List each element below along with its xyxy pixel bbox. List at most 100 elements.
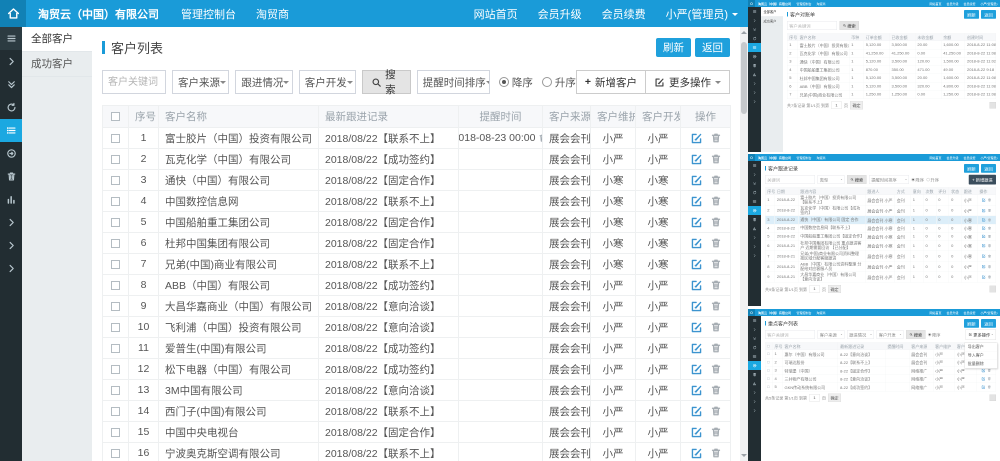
edit-square-icon[interactable] <box>690 216 703 229</box>
mini-table-row: 82018-8-21ABB（中国）有限公司资料整理 分配给对应客服人员展会会刊 … <box>765 261 996 271</box>
trash-icon[interactable] <box>710 153 722 165</box>
edit-square-icon[interactable] <box>690 321 703 334</box>
source-select[interactable]: 客户来源 <box>172 70 229 94</box>
mini-go-button: 确定 <box>828 394 841 402</box>
row-checkbox[interactable] <box>111 449 120 458</box>
edit-square-icon[interactable] <box>690 195 703 208</box>
trash-icon[interactable] <box>710 447 722 459</box>
sidebar-chevron-right-item[interactable] <box>0 234 22 257</box>
status-select[interactable]: 跟进情况 <box>235 70 292 94</box>
edit-square-icon[interactable] <box>690 174 703 187</box>
add-customer-button[interactable]: +新增客户 <box>576 70 646 94</box>
row-checkbox[interactable] <box>111 197 120 206</box>
row-checkbox[interactable] <box>111 386 120 395</box>
trash-icon[interactable] <box>710 195 722 207</box>
scroll-down-arrow-icon[interactable] <box>741 454 747 457</box>
arrow-circle-right-icon <box>752 54 756 58</box>
trash-icon[interactable] <box>710 300 722 312</box>
select-all-checkbox[interactable] <box>111 112 120 121</box>
search-button[interactable]: 搜索 <box>362 70 411 94</box>
edit-square-icon[interactable] <box>690 279 703 292</box>
scrollbar-thumb[interactable] <box>741 42 747 114</box>
row-checkbox[interactable] <box>111 323 120 332</box>
mini-table: 序号客户名称最新跟进记录提醒时间客户来源客户维护客户开发操作 1惠尔（中国）有限… <box>765 342 996 391</box>
customer-keeper: 小严 <box>591 401 636 422</box>
sidebar-trash-item[interactable] <box>0 165 22 188</box>
refresh-button[interactable]: 刷新 <box>656 38 691 57</box>
row-checkbox[interactable] <box>111 428 120 437</box>
home-button[interactable] <box>0 0 26 27</box>
edit-square-icon[interactable] <box>690 258 703 271</box>
trash-icon[interactable] <box>710 384 722 396</box>
latest-record: 2018/08/22【联系不上】 <box>319 401 459 422</box>
sidebar-chevron-right-item[interactable] <box>0 211 22 234</box>
sidebar-list-item[interactable] <box>0 119 22 142</box>
main-scrollbar[interactable] <box>740 27 748 461</box>
sort-select[interactable]: 提醒时间排序 <box>417 70 490 94</box>
top-menu-item-1[interactable]: 会员升级 <box>528 0 592 27</box>
top-menu-item-3[interactable]: 小严(管理员) <box>656 0 748 27</box>
sidebar-arrow-circle-right-item[interactable] <box>0 142 22 165</box>
submenu-item-1[interactable]: 成功客户 <box>22 52 92 77</box>
edit-square-icon[interactable] <box>690 447 703 460</box>
trash-icon[interactable] <box>710 258 722 270</box>
trash-icon[interactable] <box>538 133 542 143</box>
customer-keeper: 小严 <box>591 443 636 461</box>
edit-square-icon[interactable] <box>690 342 703 355</box>
row-checkbox[interactable] <box>111 365 120 374</box>
trash-icon[interactable] <box>710 426 722 438</box>
row-checkbox[interactable] <box>111 407 120 416</box>
sidebar-chevron-right-item[interactable] <box>0 257 22 280</box>
trash-icon[interactable] <box>710 237 722 249</box>
edit-square-icon[interactable] <box>690 405 703 418</box>
trash-icon[interactable] <box>710 342 722 354</box>
keyword-input[interactable] <box>102 70 166 94</box>
sidebar-menu-item[interactable] <box>0 27 22 50</box>
submenu-item-0[interactable]: 全部客户 <box>22 27 92 52</box>
desc-radio[interactable]: 降序 <box>499 75 533 90</box>
edit-square-icon[interactable] <box>690 132 703 145</box>
row-checkbox[interactable] <box>111 134 120 143</box>
row-checkbox[interactable] <box>111 176 120 185</box>
row-checkbox[interactable] <box>111 155 120 164</box>
edit-square-icon[interactable] <box>690 426 703 439</box>
asc-radio[interactable]: 升序 <box>542 75 576 90</box>
trash-icon[interactable] <box>710 279 722 291</box>
more-actions-button[interactable]: 更多操作 <box>646 70 730 94</box>
preview-window-3[interactable]: 淘贸云（中国）有限公司 管理控制台 淘贸商 网站首页会员升级会员续费小严(管理员… <box>748 309 1000 461</box>
edit-square-icon[interactable] <box>690 153 703 166</box>
trash-icon[interactable] <box>710 405 722 417</box>
sidebar-rotate-left-item[interactable] <box>0 96 22 119</box>
scroll-up-arrow-icon[interactable] <box>741 31 747 34</box>
trash-icon[interactable] <box>710 174 722 186</box>
trash-icon[interactable] <box>710 363 722 375</box>
row-checkbox[interactable] <box>111 344 120 353</box>
nav-admin-console[interactable]: 管理控制台 <box>171 0 246 27</box>
sidebar-chevrons-down-item[interactable] <box>0 73 22 96</box>
row-checkbox[interactable] <box>111 260 120 269</box>
mini-dropdown-item: 导入客户 <box>965 351 998 360</box>
row-checkbox[interactable] <box>111 239 120 248</box>
menu-icon <box>752 9 756 13</box>
edit-square-icon[interactable] <box>690 237 703 250</box>
edit-square-icon[interactable] <box>690 300 703 313</box>
developer-select[interactable]: 客户开发 <box>299 70 356 94</box>
edit-square-icon[interactable] <box>690 384 703 397</box>
row-checkbox[interactable] <box>111 218 120 227</box>
sidebar-chevron-right-item[interactable] <box>0 50 22 73</box>
trash-icon[interactable] <box>710 132 722 144</box>
customer-name: 中国数控信息网 <box>159 191 319 212</box>
arrow-circle-right-icon <box>752 208 756 212</box>
top-menu-item-2[interactable]: 会员续费 <box>592 0 656 27</box>
row-checkbox[interactable] <box>111 281 120 290</box>
preview-window-1[interactable]: 淘贸云（中国）有限公司 管理控制台 淘贸商 网站首页会员升级会员续费小严(管理员… <box>748 0 1000 152</box>
trash-icon[interactable] <box>710 321 722 333</box>
nav-shop[interactable]: 淘贸商 <box>246 0 299 27</box>
sidebar-chart-item[interactable] <box>0 188 22 211</box>
row-checkbox[interactable] <box>111 302 120 311</box>
edit-square-icon[interactable] <box>690 363 703 376</box>
preview-window-2[interactable]: 淘贸云（中国）有限公司 管理控制台 淘贸商 网站首页会员升级会员续费小严(管理员… <box>748 154 1000 306</box>
top-menu-item-0[interactable]: 网站首页 <box>464 0 528 27</box>
trash-icon[interactable] <box>710 216 722 228</box>
back-button[interactable]: 返回 <box>695 38 730 57</box>
